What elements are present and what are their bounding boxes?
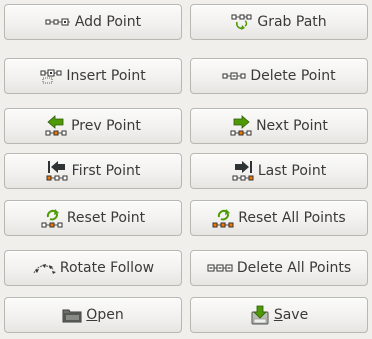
- open-mnemonic: O: [86, 307, 98, 323]
- path-tool-panel: Add Point Grab Path Insert Point Delete …: [0, 0, 372, 339]
- add-point-button[interactable]: Add Point: [4, 4, 182, 40]
- save-label-rest: ave: [282, 307, 309, 323]
- open-label: Open: [86, 307, 123, 323]
- rotate-follow-button[interactable]: Rotate Follow: [4, 250, 182, 286]
- next-point-button[interactable]: Next Point: [190, 108, 368, 144]
- first-point-button[interactable]: First Point: [4, 153, 182, 189]
- reset-all-points-button[interactable]: Reset All Points: [190, 200, 368, 236]
- add-point-label: Add Point: [74, 14, 142, 30]
- open-label-rest: pen: [97, 307, 124, 323]
- delete-point-label: Delete Point: [250, 68, 336, 84]
- delete-all-points-icon: [207, 263, 233, 273]
- grab-path-icon: [231, 13, 253, 31]
- rotate-follow-icon: [32, 260, 56, 276]
- delete-all-points-button[interactable]: Delete All Points: [190, 250, 368, 286]
- insert-point-button[interactable]: Insert Point: [4, 58, 182, 94]
- last-point-label: Last Point: [257, 163, 327, 179]
- next-point-label: Next Point: [256, 118, 328, 134]
- save-button[interactable]: Save: [190, 297, 368, 333]
- prev-point-icon: [45, 115, 67, 137]
- last-point-icon: [232, 160, 254, 182]
- save-label: Save: [274, 307, 308, 323]
- reset-all-points-label: Reset All Points: [238, 210, 346, 226]
- add-point-icon: [45, 17, 71, 27]
- delete-point-icon: [222, 71, 246, 81]
- save-mnemonic: S: [273, 307, 283, 323]
- prev-point-label: Prev Point: [71, 118, 141, 134]
- reset-point-icon: [41, 207, 63, 229]
- delete-point-button[interactable]: Delete Point: [190, 58, 368, 94]
- save-icon: [250, 305, 270, 325]
- first-point-icon: [46, 160, 68, 182]
- first-point-label: First Point: [71, 163, 141, 179]
- next-point-icon: [230, 115, 252, 137]
- insert-point-label: Insert Point: [66, 68, 146, 84]
- prev-point-button[interactable]: Prev Point: [4, 108, 182, 144]
- delete-all-points-label: Delete All Points: [236, 260, 352, 276]
- reset-all-points-icon: [212, 207, 234, 229]
- grab-path-button[interactable]: Grab Path: [190, 4, 368, 40]
- rotate-follow-label: Rotate Follow: [59, 260, 155, 276]
- reset-point-label: Reset Point: [66, 210, 146, 226]
- open-button[interactable]: Open: [4, 297, 182, 333]
- reset-point-button[interactable]: Reset Point: [4, 200, 182, 236]
- grab-path-label: Grab Path: [257, 14, 327, 30]
- folder-open-icon: [62, 307, 82, 323]
- last-point-button[interactable]: Last Point: [190, 153, 368, 189]
- insert-point-icon: [40, 68, 62, 84]
